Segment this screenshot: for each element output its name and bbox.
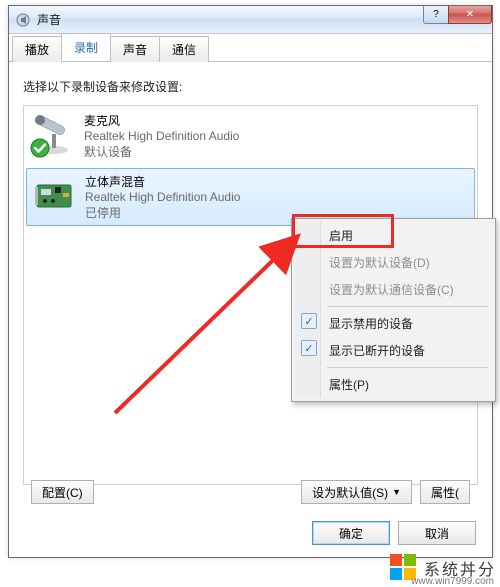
device-driver: Realtek High Definition Audio xyxy=(85,190,240,204)
menu-label: 设置为默认设备(D) xyxy=(329,256,430,270)
menu-item-properties[interactable]: 属性(P) xyxy=(295,371,492,398)
button-label: 取消 xyxy=(425,525,449,542)
instruction-text: 选择以下录制设备来修改设置: xyxy=(23,78,478,95)
device-driver: Realtek High Definition Audio xyxy=(84,129,239,143)
microphone-icon xyxy=(32,112,76,156)
check-icon: ✓ xyxy=(301,313,317,329)
set-default-button[interactable]: 设为默认值(S) ▼ xyxy=(301,480,412,504)
cancel-button[interactable]: 取消 xyxy=(398,521,476,545)
close-button[interactable]: ✕ xyxy=(448,6,492,24)
button-label: 设为默认值(S) xyxy=(312,484,388,501)
menu-item-show-disabled[interactable]: ✓ 显示禁用的设备 xyxy=(295,310,492,337)
device-text: 立体声混音 Realtek High Definition Audio 已停用 xyxy=(85,173,240,221)
menu-label: 属性(P) xyxy=(329,378,369,392)
tab-sounds[interactable]: 声音 xyxy=(110,36,160,62)
device-status: 已停用 xyxy=(85,204,240,221)
tab-label: 录制 xyxy=(74,41,98,55)
device-button-row: 配置(C) 设为默认值(S) ▼ 属性( xyxy=(31,480,470,504)
watermark-url: www.win7999.com xyxy=(411,576,494,587)
device-text: 麦克风 Realtek High Definition Audio 默认设备 xyxy=(84,112,239,160)
sound-app-icon xyxy=(15,12,31,28)
menu-separator xyxy=(327,367,488,368)
default-check-icon xyxy=(30,138,50,158)
menu-item-set-default-comm[interactable]: 设置为默认通信设备(C) xyxy=(295,276,492,303)
help-icon: ? xyxy=(433,9,439,20)
tab-label: 播放 xyxy=(25,43,49,57)
window-controls: ? ✕ xyxy=(424,6,492,26)
close-icon: ✕ xyxy=(466,9,474,20)
tab-label: 通信 xyxy=(172,43,196,57)
tab-playback[interactable]: 播放 xyxy=(12,36,62,62)
dialog-button-row: 确定 取消 xyxy=(312,521,476,545)
button-label: 配置(C) xyxy=(42,484,83,501)
tab-recording[interactable]: 录制 xyxy=(61,33,111,61)
ok-button[interactable]: 确定 xyxy=(312,521,390,545)
help-button[interactable]: ? xyxy=(423,6,449,24)
configure-button[interactable]: 配置(C) xyxy=(31,480,94,504)
device-context-menu: 启用 设置为默认设备(D) 设置为默认通信设备(C) ✓ 显示禁用的设备 ✓ 显… xyxy=(291,218,496,402)
menu-label: 启用 xyxy=(329,229,353,243)
properties-button[interactable]: 属性( xyxy=(420,480,470,504)
device-name: 立体声混音 xyxy=(85,173,240,190)
chevron-down-icon: ▼ xyxy=(392,487,401,497)
menu-label: 显示禁用的设备 xyxy=(329,317,413,331)
tab-communications[interactable]: 通信 xyxy=(159,36,209,62)
device-name: 麦克风 xyxy=(84,112,239,129)
device-status: 默认设备 xyxy=(84,143,239,160)
tabstrip: 播放 录制 声音 通信 xyxy=(9,34,492,62)
menu-item-show-disconnected[interactable]: ✓ 显示已断开的设备 xyxy=(295,337,492,364)
menu-label: 设置为默认通信设备(C) xyxy=(329,283,454,297)
check-icon: ✓ xyxy=(301,340,317,356)
tab-label: 声音 xyxy=(123,43,147,57)
button-label: 属性( xyxy=(431,484,459,501)
menu-separator xyxy=(327,306,488,307)
menu-item-enable[interactable]: 启用 xyxy=(295,222,492,249)
window-title: 声音 xyxy=(37,11,424,28)
menu-label: 显示已断开的设备 xyxy=(329,344,425,358)
titlebar[interactable]: 声音 ? ✕ xyxy=(9,6,492,34)
device-item-microphone[interactable]: 麦克风 Realtek High Definition Audio 默认设备 xyxy=(24,106,477,166)
menu-item-set-default-device[interactable]: 设置为默认设备(D) xyxy=(295,249,492,276)
soundcard-icon xyxy=(33,173,77,217)
button-label: 确定 xyxy=(339,525,363,542)
